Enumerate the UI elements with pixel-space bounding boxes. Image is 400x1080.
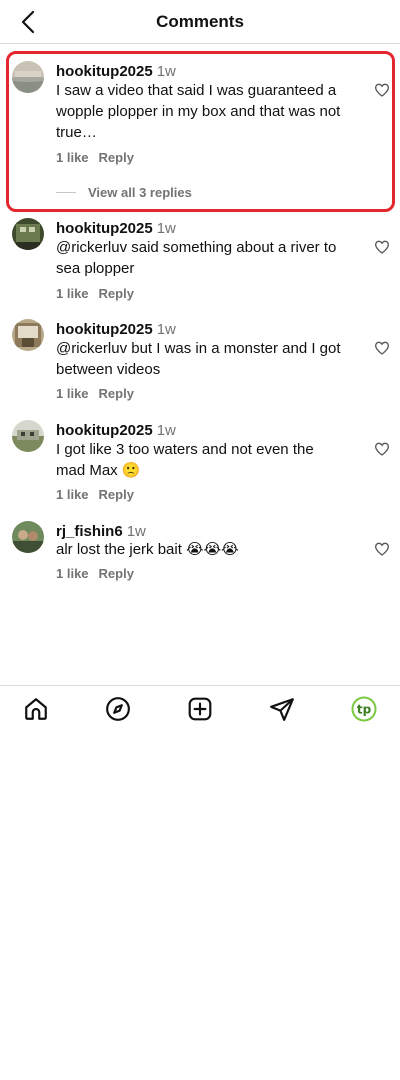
comment-header: hookitup2025 1w bbox=[56, 63, 176, 81]
comment-text: alr lost the jerk bait 😭😭😭 bbox=[56, 541, 239, 558]
view-replies-button[interactable]: View all 3 replies bbox=[56, 185, 192, 200]
comment-actions: 1 like Reply bbox=[56, 150, 134, 165]
reply-button[interactable]: Reply bbox=[99, 286, 134, 301]
reply-button[interactable]: Reply bbox=[99, 150, 134, 165]
heart-icon[interactable] bbox=[374, 441, 390, 457]
send-paper-plane-icon bbox=[270, 698, 294, 721]
explore-compass-icon bbox=[106, 697, 130, 721]
like-count[interactable]: 1 like bbox=[56, 286, 89, 301]
avatar[interactable] bbox=[12, 218, 44, 250]
avatar[interactable] bbox=[12, 420, 44, 452]
comment-header: hookitup2025 1w bbox=[56, 321, 176, 339]
heart-icon[interactable] bbox=[374, 239, 390, 255]
comment-time: 1w bbox=[126, 523, 146, 540]
heart-icon[interactable] bbox=[374, 541, 390, 557]
nav-home[interactable] bbox=[23, 696, 49, 722]
like-count[interactable]: 1 like bbox=[56, 487, 89, 502]
home-icon bbox=[25, 698, 47, 720]
like-count[interactable]: 1 like bbox=[56, 566, 89, 581]
like-count[interactable]: 1 like bbox=[56, 386, 89, 401]
comment-text: @rickerluv said something about a river … bbox=[56, 239, 337, 277]
nav-profile[interactable]: tp bbox=[351, 696, 377, 722]
comment-header: hookitup2025 1w bbox=[56, 220, 176, 238]
comment-time: 1w bbox=[156, 321, 176, 338]
profile-tp-icon: tp bbox=[351, 696, 377, 722]
replies-divider bbox=[56, 192, 76, 193]
comment-time: 1w bbox=[156, 63, 176, 80]
username-link[interactable]: hookitup2025 bbox=[56, 220, 153, 237]
comment-time: 1w bbox=[156, 220, 176, 237]
nav-messages[interactable] bbox=[269, 696, 295, 722]
page-title: Comments bbox=[156, 12, 244, 31]
nav-create[interactable] bbox=[187, 696, 213, 722]
comment-text: I got like 3 too waters and not even the… bbox=[56, 441, 314, 479]
reply-button[interactable]: Reply bbox=[99, 566, 134, 581]
like-count[interactable]: 1 like bbox=[56, 150, 89, 165]
avatar[interactable] bbox=[12, 61, 44, 93]
nav-explore[interactable] bbox=[105, 696, 131, 722]
avatar[interactable] bbox=[12, 319, 44, 351]
profile-tp-text: tp bbox=[357, 703, 372, 717]
create-plus-icon bbox=[188, 697, 212, 721]
comment-actions: 1 like Reply bbox=[56, 286, 134, 301]
username-link[interactable]: rj_fishin6 bbox=[56, 523, 123, 540]
comment-text: I saw a video that said I was guaranteed… bbox=[56, 82, 341, 141]
username-link[interactable]: hookitup2025 bbox=[56, 63, 153, 80]
avatar[interactable] bbox=[12, 521, 44, 553]
heart-icon[interactable] bbox=[374, 340, 390, 356]
bottom-nav: tp bbox=[0, 685, 400, 731]
view-replies-label: View all 3 replies bbox=[88, 185, 192, 200]
username-link[interactable]: hookitup2025 bbox=[56, 422, 153, 439]
heart-icon[interactable] bbox=[374, 82, 390, 98]
comment-time: 1w bbox=[156, 422, 176, 439]
comment-actions: 1 like Reply bbox=[56, 386, 134, 401]
reply-button[interactable]: Reply bbox=[99, 386, 134, 401]
username-link[interactable]: hookitup2025 bbox=[56, 321, 153, 338]
comment-actions: 1 like Reply bbox=[56, 487, 134, 502]
comment-header: hookitup2025 1w bbox=[56, 422, 176, 440]
comment-actions: 1 like Reply bbox=[56, 566, 134, 581]
reply-button[interactable]: Reply bbox=[99, 487, 134, 502]
comments-header: Comments bbox=[0, 0, 400, 44]
comment-text: @rickerluv but I was in a monster and I … bbox=[56, 340, 341, 378]
